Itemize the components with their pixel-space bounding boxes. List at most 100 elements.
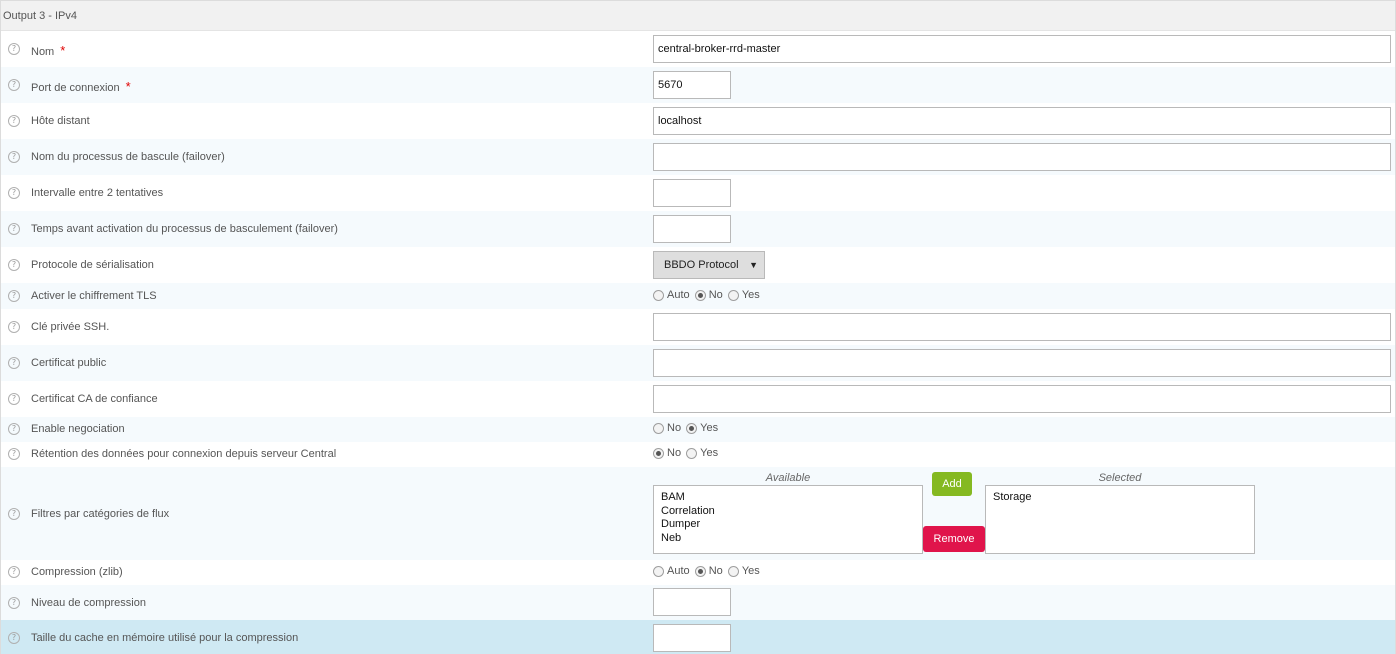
list-item[interactable]: Neb (661, 532, 915, 546)
row-failover-delay: ? Temps avant activation du processus de… (1, 211, 1395, 247)
help-icon[interactable]: ? (8, 448, 20, 460)
row-retry-interval: ? Intervalle entre 2 tentatives (1, 175, 1395, 211)
retention-radio-yes[interactable] (686, 447, 698, 459)
compression-cache-input[interactable] (653, 624, 731, 652)
help-icon[interactable]: ? (8, 597, 20, 609)
section-header: Output 3 - IPv4 (1, 0, 1395, 31)
help-icon[interactable]: ? (8, 187, 20, 199)
required-mark: * (60, 43, 66, 58)
failover-name-input[interactable] (653, 143, 1391, 171)
row-port: ? Port de connexion * 5670 (1, 67, 1395, 103)
tls-radio-yes[interactable] (727, 289, 739, 301)
selected-listbox[interactable]: Storage (985, 485, 1255, 554)
row-failover-name: ? Nom du processus de bascule (failover) (1, 139, 1395, 175)
compression-label: Compression (zlib) (31, 566, 123, 578)
port-input[interactable]: 5670 (653, 71, 731, 99)
failover-delay-label: Temps avant activation du processus de b… (31, 223, 338, 235)
negotiation-radio-yes[interactable] (686, 422, 698, 434)
private-key-label: Clé privée SSH. (31, 321, 110, 333)
row-name: ? Nom * central-broker-rrd-master (1, 31, 1395, 67)
required-mark: * (125, 79, 131, 94)
help-icon[interactable]: ? (8, 259, 20, 271)
negotiation-radio-label: No (667, 422, 682, 435)
help-icon[interactable]: ? (8, 566, 20, 578)
compression-radio-group: Auto No Yes (653, 565, 762, 579)
compression-radio-label: Yes (741, 565, 760, 578)
row-public-cert: ? Certificat public (1, 345, 1395, 381)
tls-radio-group: Auto No Yes (653, 289, 762, 303)
public-cert-input[interactable] (653, 349, 1391, 377)
public-cert-label: Certificat public (31, 357, 107, 369)
help-icon[interactable]: ? (8, 357, 20, 369)
help-icon[interactable]: ? (8, 393, 20, 405)
tls-label: Activer le chiffrement TLS (31, 290, 157, 302)
retry-interval-label: Intervalle entre 2 tentatives (31, 187, 164, 199)
row-tls: ? Activer le chiffrement TLS Auto No Yes (1, 283, 1395, 309)
row-compression: ? Compression (zlib) Auto No Yes (1, 560, 1395, 585)
compression-radio-yes[interactable] (727, 565, 739, 577)
broker-output-form: Output 3 - IPv4 ? Nom * central-broker-rr… (0, 0, 1396, 654)
name-input[interactable]: central-broker-rrd-master (653, 35, 1391, 63)
section-title: Output 3 - IPv4 (3, 10, 77, 22)
failover-delay-input[interactable] (653, 215, 731, 243)
help-icon[interactable]: ? (8, 223, 20, 235)
tls-radio-no[interactable] (694, 289, 706, 301)
available-caption: Available (765, 472, 811, 484)
row-compression-cache: ? Taille du cache en mémoire utilisé pou… (1, 620, 1395, 654)
host-label: Hôte distant (31, 115, 90, 127)
help-icon[interactable]: ? (8, 321, 20, 333)
row-ca-cert: ? Certificat CA de confiance (1, 381, 1395, 417)
compression-level-label: Niveau de compression (31, 597, 146, 609)
row-protocol: ? Protocole de sérialisation BBDO Protoc… (1, 247, 1395, 283)
help-icon[interactable]: ? (8, 115, 20, 127)
retention-label: Rétention des données pour connexion dep… (31, 448, 337, 460)
chevron-down-icon: ▼ (749, 260, 758, 270)
help-icon[interactable]: ? (8, 290, 20, 302)
row-host: ? Hôte distant localhost (1, 103, 1395, 139)
compression-radio-auto[interactable] (653, 565, 664, 577)
filters-label: Filtres par catégories de flux (31, 508, 170, 520)
help-icon[interactable]: ? (8, 43, 20, 55)
list-item[interactable]: Storage (993, 491, 1247, 505)
negotiation-label: Enable negociation (31, 423, 125, 435)
negotiation-radio-no[interactable] (653, 422, 664, 434)
row-compression-level: ? Niveau de compression (1, 585, 1395, 620)
ca-cert-input[interactable] (653, 385, 1391, 413)
help-icon[interactable]: ? (8, 151, 20, 163)
help-icon[interactable]: ? (8, 79, 20, 91)
tls-radio-label: No (708, 289, 723, 302)
row-retention: ? Rétention des données pour connexion d… (1, 442, 1395, 467)
tls-radio-auto[interactable] (653, 289, 664, 301)
selected-caption: Selected (1098, 472, 1142, 484)
tls-radio-label: Yes (741, 289, 760, 302)
help-icon[interactable]: ? (8, 508, 20, 520)
row-private-key: ? Clé privée SSH. (1, 309, 1395, 345)
list-item[interactable]: BAM (661, 491, 915, 505)
negotiation-radio-label: Yes (700, 422, 719, 435)
compression-radio-label: Auto (667, 565, 690, 578)
retention-radio-group: No Yes (653, 447, 720, 461)
retention-radio-label: Yes (700, 447, 719, 460)
add-button[interactable]: Add (932, 472, 972, 496)
private-key-input[interactable] (653, 313, 1391, 341)
row-filters: ? Filtres par catégories de flux Availab… (1, 467, 1395, 560)
host-input[interactable]: localhost (653, 107, 1391, 135)
port-label: Port de connexion * (31, 79, 131, 94)
negotiation-radio-group: No Yes (653, 422, 720, 436)
retention-radio-label: No (667, 447, 682, 460)
remove-button[interactable]: Remove (923, 526, 985, 552)
compression-radio-label: No (708, 565, 723, 578)
retention-radio-no[interactable] (653, 447, 664, 459)
failover-name-label: Nom du processus de bascule (failover) (31, 151, 225, 163)
help-icon[interactable]: ? (8, 632, 20, 644)
list-item[interactable]: Dumper (661, 518, 915, 532)
compression-level-input[interactable] (653, 588, 731, 616)
compression-radio-no[interactable] (694, 565, 706, 577)
protocol-label: Protocole de sérialisation (31, 259, 154, 271)
protocol-select[interactable]: BBDO Protocol ▼ (653, 251, 765, 279)
retry-interval-input[interactable] (653, 179, 731, 207)
compression-cache-label: Taille du cache en mémoire utilisé pour … (31, 632, 299, 644)
available-listbox[interactable]: BAM Correlation Dumper Neb (653, 485, 923, 554)
help-icon[interactable]: ? (8, 423, 20, 435)
list-item[interactable]: Correlation (661, 505, 915, 519)
